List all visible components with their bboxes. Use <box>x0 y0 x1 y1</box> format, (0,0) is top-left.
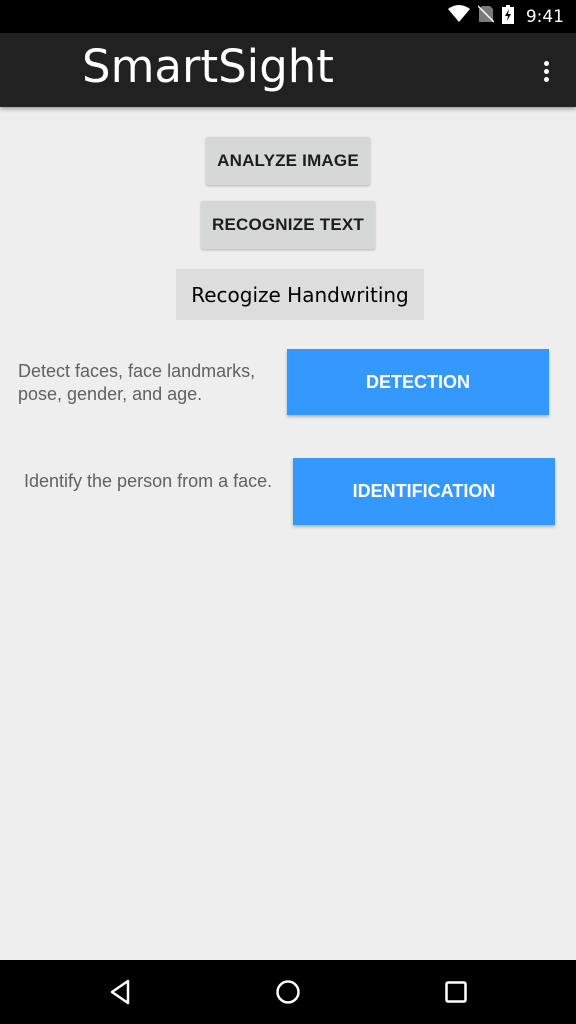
no-sim-icon <box>477 5 495 28</box>
recognize-handwriting-button[interactable]: Recogize Handwriting <box>176 269 424 320</box>
recent-apps-icon[interactable] <box>440 976 472 1008</box>
analyze-image-button[interactable]: ANALYZE IMAGE <box>206 137 370 185</box>
back-icon[interactable] <box>104 976 136 1008</box>
detection-button[interactable]: DETECTION <box>287 349 549 415</box>
status-time: 9:41 <box>525 6 564 27</box>
wifi-icon <box>447 5 470 28</box>
overflow-menu-icon[interactable] <box>532 57 560 85</box>
detection-description: Detect faces, face landmarks, pose, gend… <box>18 361 256 404</box>
app-bar: SmartSight <box>0 33 576 107</box>
recognize-text-button[interactable]: RECOGNIZE TEXT <box>201 201 375 249</box>
battery-charging-icon <box>501 4 514 29</box>
home-icon[interactable] <box>272 976 304 1008</box>
app-title: SmartSight <box>82 40 334 93</box>
navigation-bar <box>0 960 576 1024</box>
status-bar: 9:41 <box>0 0 576 33</box>
identification-button[interactable]: IDENTIFICATION <box>293 458 555 525</box>
status-icons: 9:41 <box>447 0 564 33</box>
identification-description: Identify the person from a face. <box>24 471 273 491</box>
